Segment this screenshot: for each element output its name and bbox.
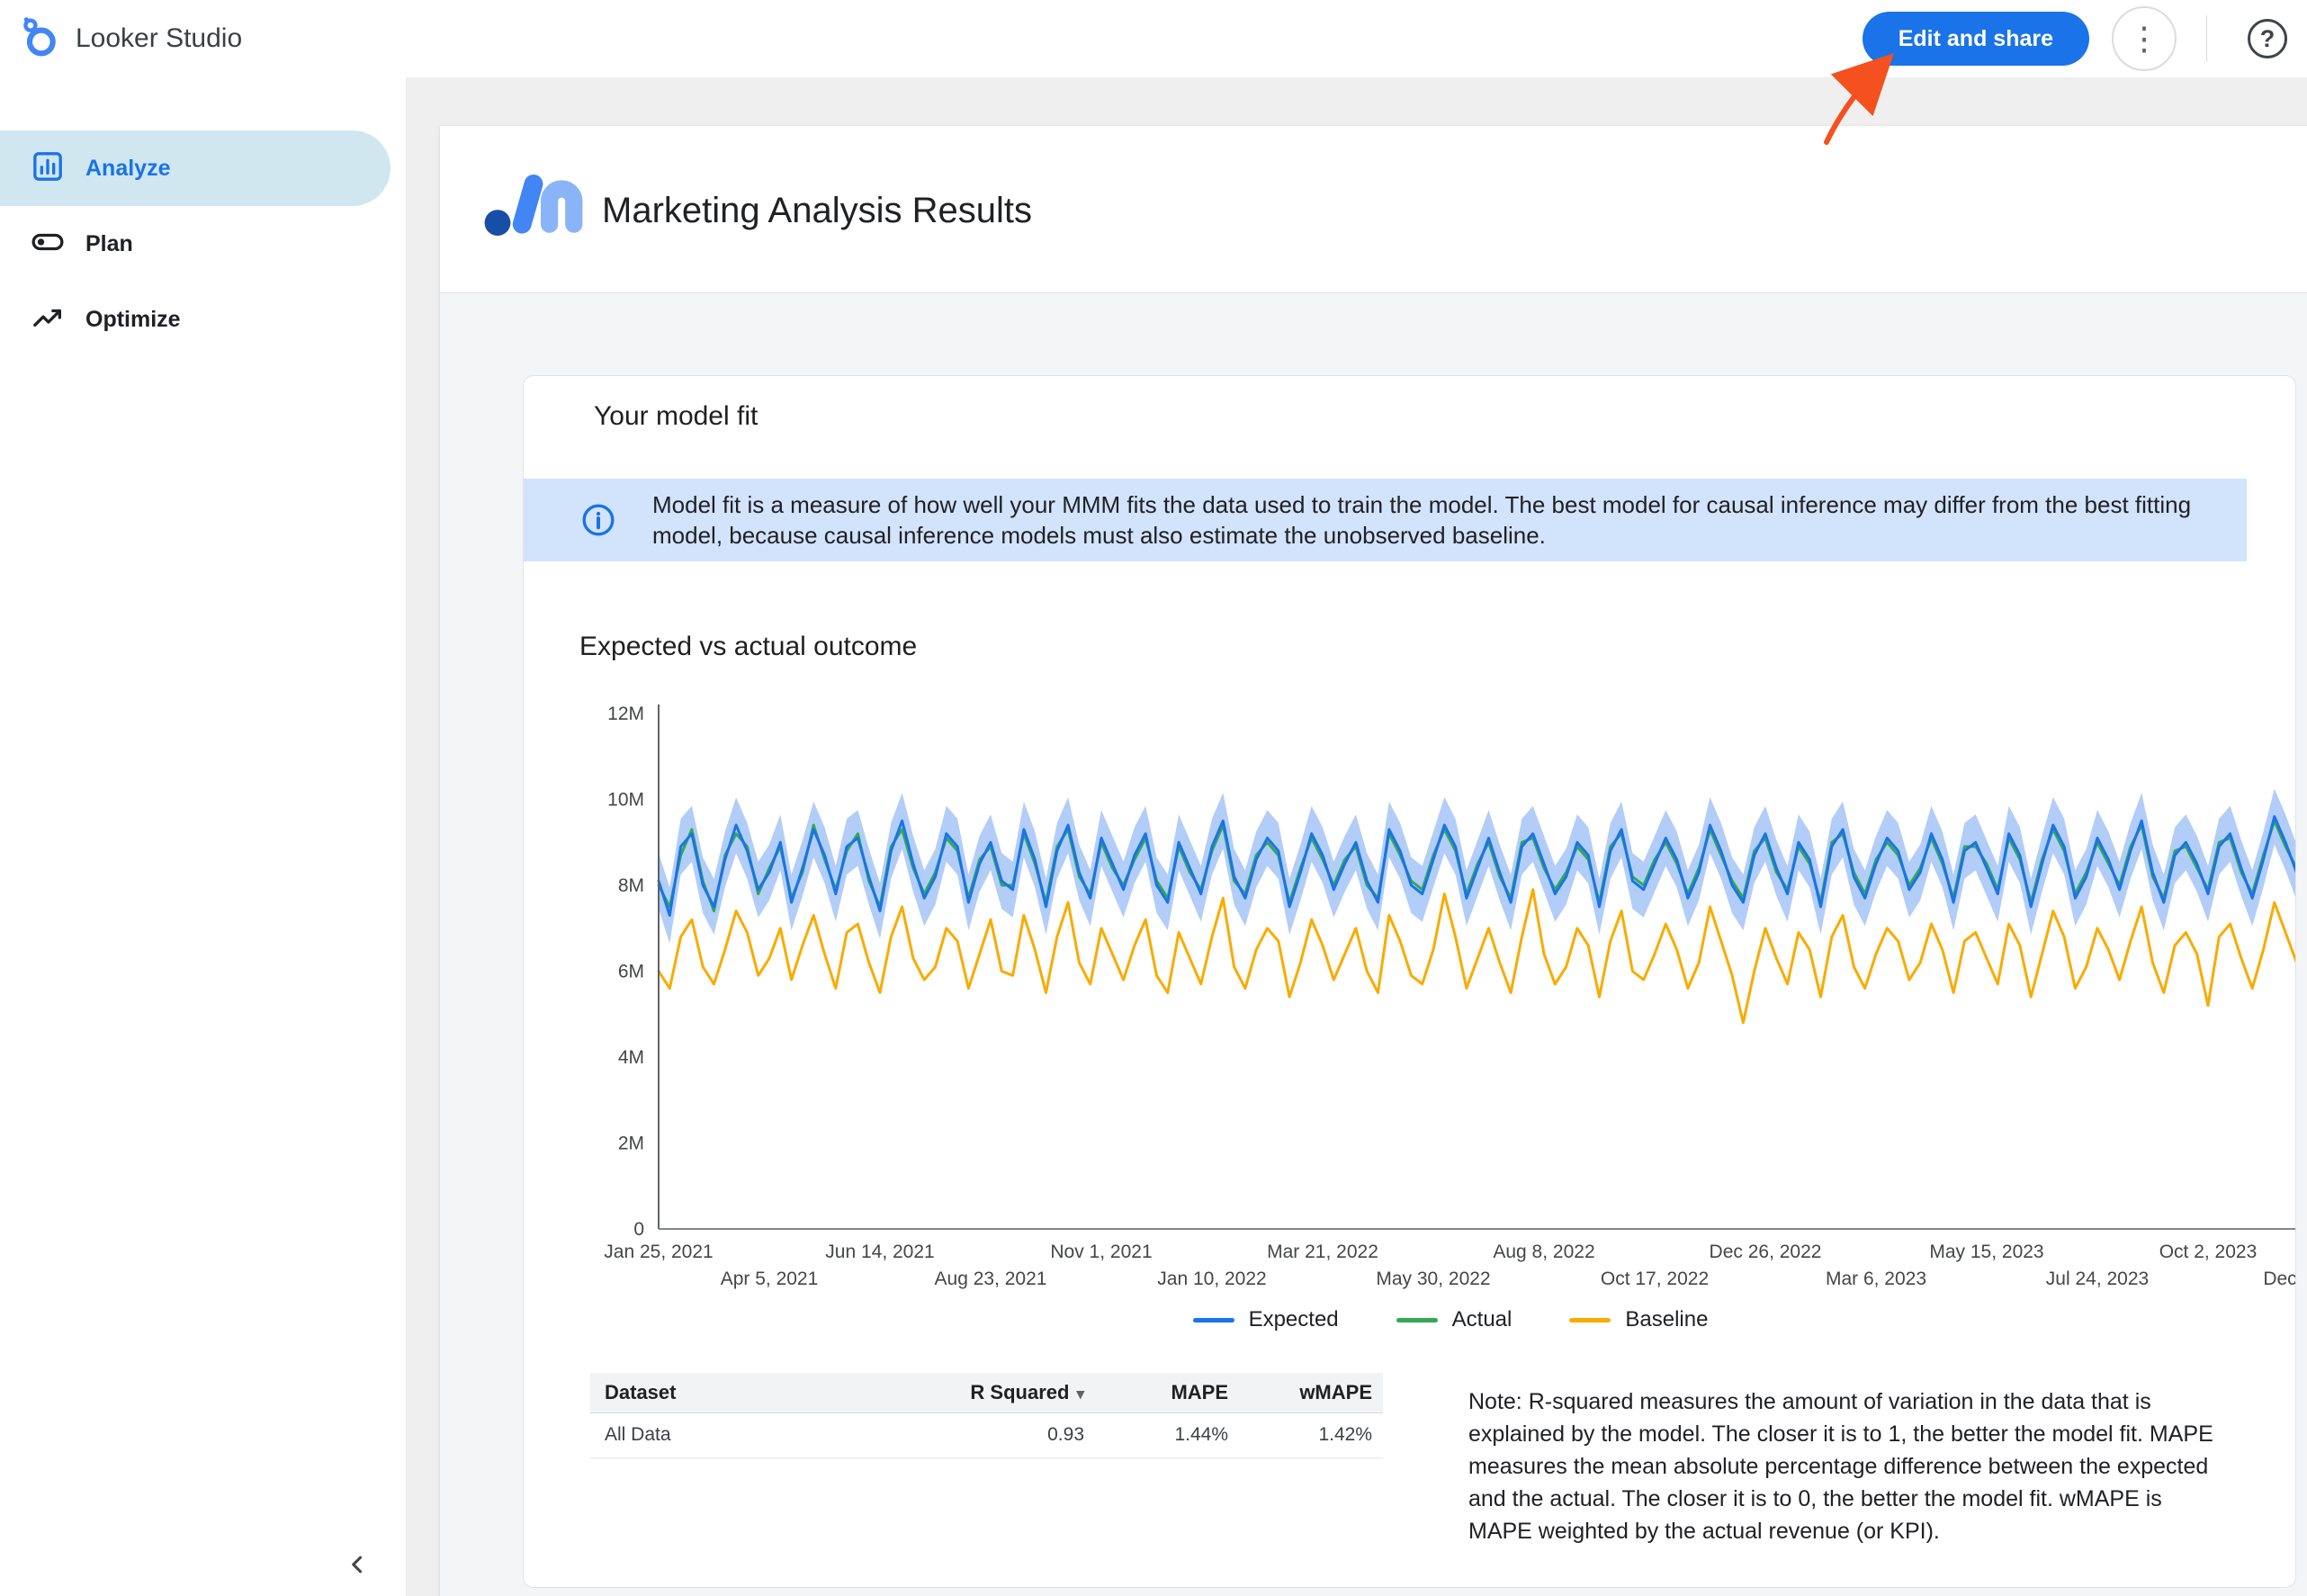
meridian-logo-icon xyxy=(483,162,584,242)
svg-text:6M: 6M xyxy=(618,962,644,982)
table-cell-dataset: All Data xyxy=(590,1412,892,1457)
svg-text:Mar 21, 2022: Mar 21, 2022 xyxy=(1267,1242,1378,1262)
brand: Looker Studio xyxy=(20,15,242,63)
note-text: Note: R-squared measures the amount of v… xyxy=(1468,1373,2215,1547)
sidebar-collapse-button[interactable] xyxy=(336,1544,379,1587)
looker-studio-app: Looker Studio Edit and share ⋮ ? xyxy=(0,0,2307,1596)
table-header-row: Dataset R Squared▾ MAPE wMAPE xyxy=(590,1373,1383,1412)
sort-arrow-icon: ▾ xyxy=(1076,1385,1084,1403)
model-fit-stats-row: Dataset R Squared▾ MAPE wMAPE All Data 0… xyxy=(590,1373,2215,1547)
chart-title: Expected vs actual outcome xyxy=(579,632,917,662)
info-icon xyxy=(580,502,616,538)
model-fit-card: Your model fit Model fit is a measure of… xyxy=(523,375,2296,1588)
svg-text:10M: 10M xyxy=(607,790,644,811)
report-title: Marketing Analysis Results xyxy=(602,191,1032,231)
table-header-r-squared[interactable]: R Squared▾ xyxy=(892,1373,1095,1412)
svg-text:Apr 5, 2021: Apr 5, 2021 xyxy=(721,1269,819,1289)
looker-logo-icon xyxy=(20,15,59,63)
legend-item-actual: Actual xyxy=(1396,1307,1513,1332)
svg-text:Jan 10, 2022: Jan 10, 2022 xyxy=(1157,1269,1266,1289)
sidebar-item-label: Analyze xyxy=(85,156,170,182)
model-fit-table: Dataset R Squared▾ MAPE wMAPE All Data 0… xyxy=(590,1373,1383,1458)
optimize-trending-up-icon xyxy=(30,300,66,340)
header-divider xyxy=(2206,15,2207,62)
sidebar-item-label: Plan xyxy=(85,231,133,257)
more-options-button[interactable]: ⋮ xyxy=(2112,6,2177,71)
svg-text:12M: 12M xyxy=(607,704,644,724)
sidebar-item-plan[interactable]: Plan xyxy=(0,206,390,282)
header-actions: Edit and share ⋮ ? xyxy=(1863,6,2296,71)
chevron-left-icon xyxy=(342,1549,373,1583)
analyze-chart-icon xyxy=(30,148,66,189)
table-header-dataset[interactable]: Dataset xyxy=(590,1373,892,1412)
plan-toggle-icon xyxy=(30,224,66,265)
svg-text:May 30, 2022: May 30, 2022 xyxy=(1376,1269,1490,1289)
legend-label: Baseline xyxy=(1625,1307,1708,1332)
report-body: Your model fit Model fit is a measure of… xyxy=(440,293,2307,1596)
report-page: Marketing Analysis Results Your model fi… xyxy=(440,126,2307,1596)
legend-item-baseline: Baseline xyxy=(1569,1307,1708,1332)
sidebar: Analyze Plan Optimize xyxy=(0,77,406,1596)
info-banner-text: Model fit is a measure of how well your … xyxy=(652,489,2247,551)
legend-swatch-baseline xyxy=(1569,1318,1611,1323)
more-options-icon: ⋮ xyxy=(2128,22,2160,55)
edit-and-share-button[interactable]: Edit and share xyxy=(1863,12,2089,66)
svg-text:Dec 26, 2022: Dec 26, 2022 xyxy=(1710,1242,1822,1262)
svg-text:8M: 8M xyxy=(618,875,644,896)
card-title: Your model fit xyxy=(594,401,758,432)
sidebar-item-optimize[interactable]: Optimize xyxy=(0,282,390,357)
svg-text:May 15, 2023: May 15, 2023 xyxy=(1929,1242,2043,1262)
svg-text:Dec 11, 2023: Dec 11, 2023 xyxy=(2263,1269,2296,1289)
table-header-mape[interactable]: MAPE xyxy=(1095,1373,1239,1412)
table-row: All Data 0.93 1.44% 1.42% xyxy=(590,1412,1383,1457)
svg-text:Aug 23, 2021: Aug 23, 2021 xyxy=(935,1269,1047,1289)
help-button[interactable]: ? xyxy=(2248,19,2287,58)
svg-text:Jan 25, 2021: Jan 25, 2021 xyxy=(604,1242,713,1262)
app-title: Looker Studio xyxy=(76,23,242,54)
table-header-wmape[interactable]: wMAPE xyxy=(1239,1373,1383,1412)
svg-text:Mar 6, 2023: Mar 6, 2023 xyxy=(1826,1269,1926,1289)
outcome-line-chart: 0 2M 4M 6M 8M 10M 12M Jan 25, 2021 Apr 5, 2021 Ju… xyxy=(524,682,2296,1321)
table-cell-mape: 1.44% xyxy=(1095,1412,1239,1457)
svg-text:4M: 4M xyxy=(618,1047,644,1068)
svg-text:Oct 2, 2023: Oct 2, 2023 xyxy=(2159,1242,2258,1262)
report-canvas: Marketing Analysis Results Your model fi… xyxy=(406,77,2307,1596)
top-bar: Looker Studio Edit and share ⋮ ? xyxy=(0,0,2307,77)
svg-text:2M: 2M xyxy=(618,1134,644,1154)
legend-item-expected: Expected xyxy=(1193,1307,1339,1332)
info-banner: Model fit is a measure of how well your … xyxy=(524,479,2247,561)
svg-text:Jul 24, 2023: Jul 24, 2023 xyxy=(2046,1269,2149,1289)
sidebar-item-label: Optimize xyxy=(85,307,181,333)
expected-vs-actual-chart: 0 2M 4M 6M 8M 10M 12M Jan 25, 2021 Apr 5, 2021 Ju… xyxy=(524,682,2296,1321)
table-cell-wmape: 1.42% xyxy=(1239,1412,1383,1457)
legend-label: Expected xyxy=(1249,1307,1339,1332)
svg-text:Oct 17, 2022: Oct 17, 2022 xyxy=(1601,1269,1709,1289)
legend-swatch-expected xyxy=(1193,1318,1234,1323)
svg-text:0: 0 xyxy=(633,1219,644,1240)
sidebar-item-analyze[interactable]: Analyze xyxy=(0,130,390,206)
legend-swatch-actual xyxy=(1396,1318,1438,1323)
svg-text:Nov 1, 2021: Nov 1, 2021 xyxy=(1050,1242,1152,1262)
svg-text:Aug 8, 2022: Aug 8, 2022 xyxy=(1493,1242,1594,1262)
legend-label: Actual xyxy=(1452,1307,1513,1332)
help-icon: ? xyxy=(2248,19,2287,58)
table-cell-r-squared: 0.93 xyxy=(892,1412,1095,1457)
chart-legend: Expected Actual Baseline xyxy=(659,1307,2242,1332)
svg-text:Jun 14, 2021: Jun 14, 2021 xyxy=(825,1242,934,1262)
